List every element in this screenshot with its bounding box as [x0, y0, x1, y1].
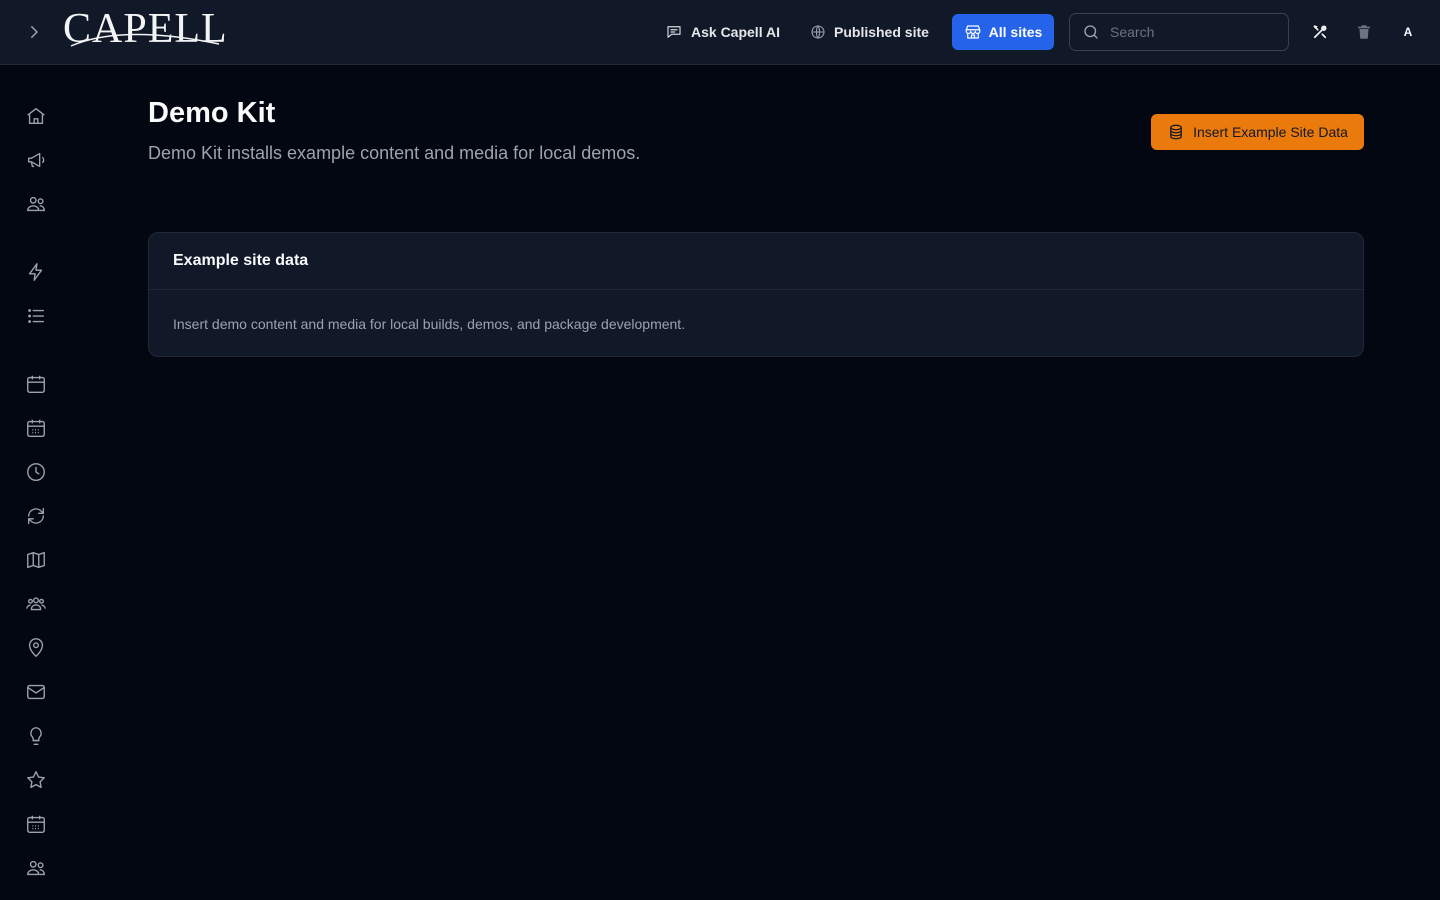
published-site-link[interactable]: Published site — [810, 20, 929, 44]
user-avatar[interactable]: A — [1396, 20, 1420, 44]
card-heading: Example site data — [149, 233, 1363, 290]
ask-ai-link[interactable]: Ask Capell AI — [665, 20, 780, 44]
published-site-label: Published site — [834, 24, 929, 40]
sidebar-item-schedule[interactable] — [22, 414, 50, 442]
insert-button-label: Insert Example Site Data — [1193, 124, 1348, 140]
card-description: Insert demo content and media for local … — [173, 315, 686, 332]
star-icon — [27, 771, 45, 789]
sidebar-item-announcements[interactable] — [22, 146, 50, 174]
ask-ai-label: Ask Capell AI — [691, 24, 780, 40]
sidebar-item-home[interactable] — [22, 102, 50, 130]
sidebar-item-groups[interactable] — [22, 590, 50, 618]
sidebar-item-events[interactable] — [22, 810, 50, 838]
calendar-days-icon — [27, 419, 45, 437]
megaphone-icon — [27, 152, 45, 168]
all-sites-label: All sites — [988, 24, 1043, 40]
storefront-icon — [965, 25, 980, 39]
map-pin-icon — [28, 638, 44, 658]
sidebar-item-history[interactable] — [22, 458, 50, 486]
search-input[interactable] — [1110, 24, 1270, 40]
users-icon — [27, 196, 45, 212]
clock-icon — [27, 463, 45, 481]
sidebar-item-map[interactable] — [22, 546, 50, 574]
logo-swoosh-icon — [70, 33, 220, 47]
chevron-right-icon — [31, 26, 38, 38]
sidebar-item-favorites[interactable] — [22, 766, 50, 794]
trash-icon — [1358, 25, 1370, 39]
sidebar-item-team[interactable] — [22, 854, 50, 882]
bolt-icon — [28, 263, 43, 281]
database-icon — [1170, 124, 1182, 140]
search-icon — [1084, 25, 1098, 39]
page-subtitle: Demo Kit installs example content and me… — [148, 143, 641, 163]
wrench-screwdriver-icon — [1313, 25, 1327, 39]
list-icon — [28, 309, 45, 323]
all-sites-button[interactable]: All sites — [952, 14, 1054, 50]
sidebar-item-automations[interactable] — [22, 258, 50, 286]
sidebar-item-ideas[interactable] — [22, 722, 50, 750]
insert-example-site-data-button[interactable]: Insert Example Site Data — [1151, 114, 1364, 150]
mail-icon — [27, 684, 45, 700]
sidebar-item-lists[interactable] — [22, 302, 50, 330]
chat-bubble-icon — [667, 26, 681, 38]
sidebar-item-locations[interactable] — [22, 634, 50, 662]
search-box[interactable] — [1069, 13, 1289, 51]
sidebar-item-sync[interactable] — [22, 502, 50, 530]
lightbulb-icon — [30, 727, 42, 745]
sidebar-item-users[interactable] — [22, 190, 50, 218]
example-site-data-card: Example site data Insert demo content an… — [148, 232, 1364, 357]
user-group-icon — [26, 597, 46, 611]
refresh-icon — [27, 507, 45, 525]
users-icon — [27, 860, 45, 876]
calendar-days-icon — [27, 815, 45, 833]
sidebar-item-calendar[interactable] — [22, 370, 50, 398]
tools-button[interactable] — [1308, 20, 1332, 44]
globe-icon — [811, 25, 825, 39]
map-icon — [27, 551, 45, 569]
calendar-icon — [27, 375, 45, 393]
expand-sidebar-button[interactable] — [22, 20, 46, 44]
top-bar: CAPELL Ask Capell AI Published site All … — [0, 0, 1440, 65]
sidebar — [0, 65, 72, 900]
sidebar-item-mail[interactable] — [22, 678, 50, 706]
page-title: Demo Kit — [148, 97, 276, 129]
home-icon — [27, 107, 45, 125]
trash-button[interactable] — [1352, 20, 1376, 44]
